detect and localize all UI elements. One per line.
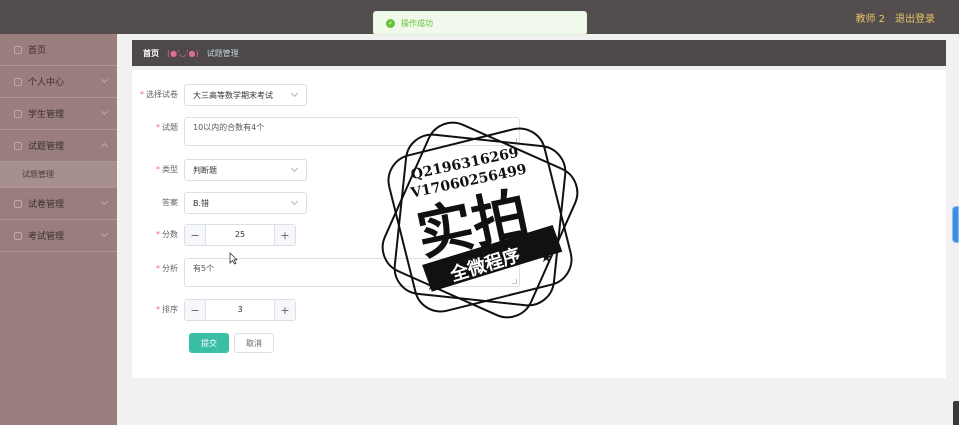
score-increase-button[interactable]: + [274, 225, 295, 245]
chevron-down-icon [100, 75, 109, 84]
analysis-label: * 分析 [156, 264, 178, 273]
breadcrumb: 首页 (●'◡'●) 试题管理 [132, 40, 946, 66]
form-row-answer: 答案 B.错 [132, 192, 307, 214]
sidebar-item-questions[interactable]: 试题管理 [0, 130, 117, 162]
home-icon [14, 45, 22, 54]
form-row-paper: * 选择试卷 大三高等数学期末考试 [132, 84, 307, 106]
chevron-down-icon [290, 197, 299, 206]
chevron-down-icon [100, 197, 109, 206]
score-stepper[interactable]: − 25 + [184, 224, 296, 246]
user-icon [14, 77, 22, 86]
score-decrease-button[interactable]: − [185, 225, 206, 245]
order-input[interactable]: 3 [206, 300, 274, 320]
order-decrease-button[interactable]: − [185, 300, 206, 320]
chevron-down-icon [100, 107, 109, 116]
cancel-button[interactable]: 取消 [234, 333, 274, 353]
corner-widget[interactable] [953, 401, 959, 425]
side-scroll-tab[interactable] [952, 206, 959, 243]
answer-select[interactable]: B.错 [184, 192, 307, 214]
success-check-icon: ✓ [386, 18, 395, 28]
order-label: * 排序 [156, 305, 178, 314]
chevron-up-icon [100, 142, 109, 151]
form-row-order: * 排序 − 3 + [132, 299, 296, 321]
form-row-type: * 类型 判断题 [132, 159, 307, 181]
sidebar-item-label: 试题管理 [28, 142, 65, 152]
resize-grip-icon[interactable] [512, 138, 517, 143]
type-label: * 类型 [156, 165, 178, 174]
type-select[interactable]: 判断题 [184, 159, 307, 181]
submit-button[interactable]: 提交 [189, 333, 229, 353]
sidebar-item-label: 首页 [28, 46, 47, 56]
breadcrumb-face: (●'◡'●) [167, 48, 199, 58]
score-input[interactable]: 25 [206, 225, 274, 245]
score-label: * 分数 [156, 230, 178, 239]
questions-icon [14, 141, 22, 150]
exams-icon [14, 231, 22, 240]
sidebar-item-label: 学生管理 [28, 110, 65, 120]
paper-label: * 选择试卷 [140, 90, 178, 99]
question-label: * 试题 [156, 123, 178, 132]
sidebar-item-label: 考试管理 [28, 232, 65, 242]
order-increase-button[interactable]: + [274, 300, 295, 320]
chevron-down-icon [290, 164, 299, 173]
students-icon [14, 109, 22, 118]
form-row-analysis: * 分析 有5个 [132, 258, 520, 287]
breadcrumb-current: 试题管理 [206, 48, 239, 58]
chevron-down-icon [100, 229, 109, 238]
answer-label: 答案 [162, 198, 178, 207]
success-toast: ✓ 操作成功 [373, 11, 587, 35]
sidebar-item-profile[interactable]: 个人中心 [0, 66, 117, 98]
form-row-question: * 试题 10以内的合数有4个 [132, 117, 520, 146]
user-name: 教师 2 [855, 14, 885, 25]
sidebar-item-home[interactable]: 首页 [0, 34, 117, 66]
resize-grip-icon[interactable] [512, 279, 517, 284]
breadcrumb-home[interactable]: 首页 [143, 48, 159, 59]
sidebar-subitem-questions[interactable]: 试题管理 [0, 162, 117, 188]
paper-select[interactable]: 大三高等数学期末考试 [184, 84, 307, 106]
sidebar-item-label: 试卷管理 [28, 200, 65, 210]
sidebar-item-papers[interactable]: 试卷管理 [0, 188, 117, 220]
form-panel: * 选择试卷 大三高等数学期末考试 * 试题 10以内的合数有4个 * 类型 判断题 … [132, 70, 946, 378]
sidebar-item-label: 个人中心 [28, 78, 65, 88]
sidebar-item-students[interactable]: 学生管理 [0, 98, 117, 130]
order-stepper[interactable]: − 3 + [184, 299, 296, 321]
question-textarea[interactable]: 10以内的合数有4个 [184, 117, 520, 146]
sidebar-item-exams[interactable]: 考试管理 [0, 220, 117, 252]
papers-icon [14, 199, 22, 208]
toast-message: 操作成功 [401, 18, 433, 28]
logout-link[interactable]: 退出登录 [895, 10, 935, 25]
sidebar: 首页 个人中心 学生管理 试题管理 试题管理 试卷管理 考试管理 [0, 34, 117, 425]
mouse-cursor-icon [229, 252, 238, 265]
chevron-down-icon [290, 89, 299, 98]
form-row-score: * 分数 − 25 + [132, 224, 296, 246]
